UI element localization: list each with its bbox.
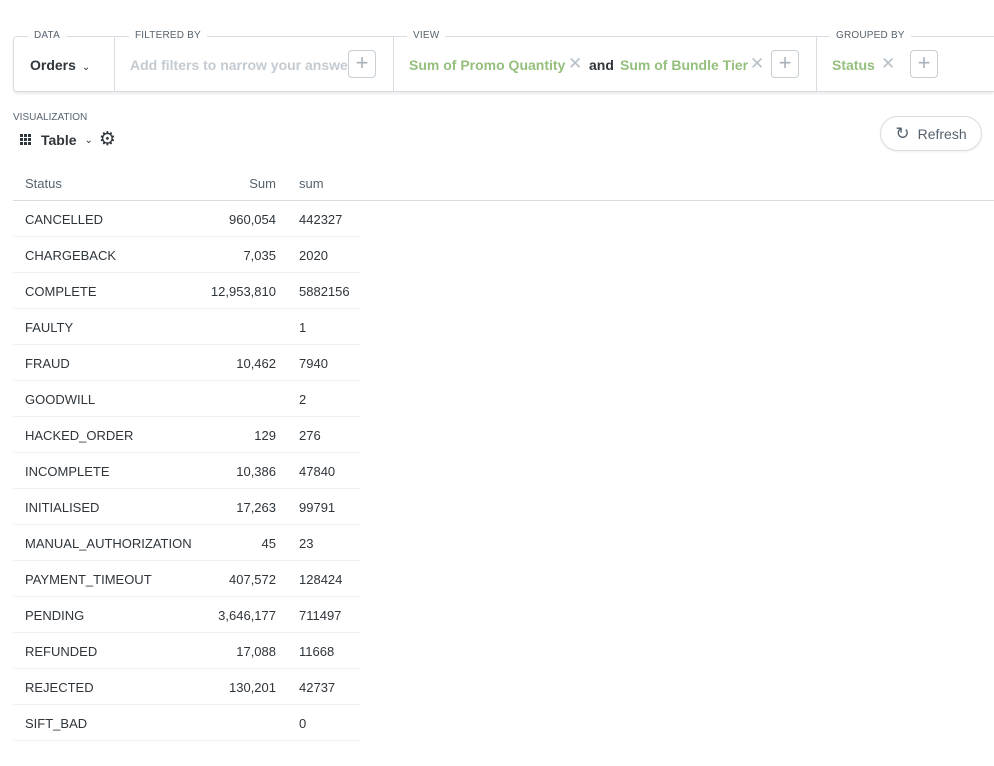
- cell-status: REFUNDED: [25, 644, 98, 659]
- cell-status: INITIALISED: [25, 500, 100, 515]
- table-row[interactable]: INCOMPLETE 10,386 47840: [13, 453, 360, 489]
- cell-status: CANCELLED: [25, 212, 104, 227]
- cell-sum-bundle: 47840: [299, 464, 336, 479]
- cell-sum-bundle: 128424: [299, 572, 343, 587]
- table-row[interactable]: CANCELLED 960,054 442327: [13, 201, 360, 237]
- add-filter-button[interactable]: +: [348, 50, 376, 78]
- table-row[interactable]: MANUAL_AUTHORIZATION 45 23: [13, 525, 360, 561]
- filter-section-label: FILTERED BY: [129, 30, 207, 42]
- refresh-label: Refresh: [917, 125, 967, 142]
- header-sum-bundle[interactable]: sum: [299, 176, 324, 191]
- filter-section: FILTERED BY Add filters to narrow your a…: [14, 30, 393, 91]
- table-row[interactable]: REFUNDED 17,088 11668: [13, 633, 360, 669]
- cell-sum-bundle: 711497: [299, 608, 342, 623]
- cell-sum-bundle: 442327: [299, 212, 343, 227]
- view-metric-bundle-tier[interactable]: Sum of Bundle Tier: [620, 57, 748, 73]
- plus-icon: +: [917, 50, 931, 75]
- cell-sum: 960,054: [229, 212, 276, 227]
- header-sum[interactable]: Sum: [249, 176, 276, 191]
- group-by-status[interactable]: Status: [832, 57, 875, 73]
- cell-status: PAYMENT_TIMEOUT: [25, 572, 152, 587]
- cell-sum-bundle: 2: [299, 392, 307, 407]
- plus-icon: +: [355, 50, 369, 75]
- cell-status: HACKED_ORDER: [25, 428, 134, 443]
- cell-sum-bundle: 7940: [299, 356, 328, 371]
- refresh-button[interactable]: ↻ Refresh: [880, 116, 982, 151]
- visualization-selector[interactable]: Table ⌄ ⚙: [20, 130, 116, 150]
- table-row[interactable]: REJECTED 130,201 42737: [13, 669, 360, 705]
- add-grouping-button[interactable]: +: [910, 50, 938, 78]
- cell-sum: 17,088: [236, 644, 276, 659]
- cell-sum: 130,201: [229, 680, 276, 695]
- cell-status: REJECTED: [25, 680, 94, 695]
- gear-icon[interactable]: ⚙: [99, 130, 116, 149]
- visualization-label: VISUALIZATION: [13, 112, 88, 123]
- plus-icon: +: [778, 50, 792, 75]
- cell-sum-bundle: 11668: [299, 644, 335, 659]
- query-builder: DATA Orders ⌄ FILTERED BY Add filters to …: [13, 30, 994, 92]
- table-row[interactable]: FAULTY 1: [13, 309, 360, 345]
- table-row[interactable]: GOODWILL 2: [13, 381, 360, 417]
- grid-icon: [20, 134, 32, 146]
- filter-placeholder[interactable]: Add filters to narrow your answer: [130, 57, 353, 73]
- cell-sum-bundle: 276: [299, 428, 321, 443]
- cell-sum-bundle: 1: [299, 320, 307, 335]
- cell-status: PENDING: [25, 608, 85, 623]
- chevron-down-icon: ⌄: [84, 134, 93, 146]
- cell-status: SIFT_BAD: [25, 716, 88, 731]
- view-conjunction: and: [589, 57, 614, 73]
- close-icon[interactable]: ✕: [881, 54, 895, 74]
- visualization-type: Table: [41, 132, 77, 148]
- group-section-label: GROUPED BY: [830, 30, 911, 42]
- cell-sum-bundle: 99791: [299, 500, 336, 515]
- group-section: GROUPED BY Status ✕ +: [816, 30, 994, 91]
- header-status[interactable]: Status: [25, 176, 62, 191]
- cell-sum-bundle: 42737: [299, 680, 336, 695]
- cell-status: FAULTY: [25, 320, 74, 335]
- cell-sum-bundle: 0: [299, 716, 307, 731]
- cell-status: GOODWILL: [25, 392, 96, 407]
- cell-sum: 3,646,177: [218, 608, 276, 623]
- table-row[interactable]: PAYMENT_TIMEOUT 407,572 128424: [13, 561, 360, 597]
- view-section-label: VIEW: [407, 30, 446, 42]
- refresh-icon: ↻: [895, 123, 910, 143]
- table-row[interactable]: COMPLETE 12,953,810 5882156: [13, 273, 360, 309]
- table-header: Status Sum sum: [13, 165, 994, 201]
- table-row[interactable]: SIFT_BAD 0: [13, 705, 360, 741]
- cell-sum: 129: [254, 428, 276, 443]
- cell-sum-bundle: 23: [299, 536, 314, 551]
- cell-sum: 12,953,810: [210, 284, 276, 299]
- cell-sum: 10,462: [236, 356, 276, 371]
- cell-sum-bundle: 5882156: [299, 284, 350, 299]
- table-row[interactable]: PENDING 3,646,177 711497: [13, 597, 360, 633]
- cell-sum: 45: [261, 536, 276, 551]
- cell-status: COMPLETE: [25, 284, 97, 299]
- table-row[interactable]: CHARGEBACK 7,035 2020: [13, 237, 360, 273]
- table-row[interactable]: HACKED_ORDER 129 276: [13, 417, 360, 453]
- table-row[interactable]: INITIALISED 17,263 99791: [13, 489, 360, 525]
- cell-sum: 17,263: [236, 500, 276, 515]
- cell-sum: 7,035: [243, 248, 276, 263]
- cell-sum-bundle: 2020: [299, 248, 328, 263]
- add-metric-button[interactable]: +: [771, 50, 799, 78]
- cell-status: MANUAL_AUTHORIZATION: [25, 536, 192, 551]
- close-icon[interactable]: ✕: [568, 54, 582, 74]
- cell-status: CHARGEBACK: [25, 248, 117, 263]
- view-section: VIEW Sum of Promo Quantity ✕ and Sum of …: [393, 30, 816, 91]
- cell-status: INCOMPLETE: [25, 464, 110, 479]
- cell-sum: 407,572: [229, 572, 276, 587]
- cell-sum: 10,386: [236, 464, 276, 479]
- table-row[interactable]: FRAUD 10,462 7940: [13, 345, 360, 381]
- view-metric-promo-quantity[interactable]: Sum of Promo Quantity: [409, 57, 565, 73]
- cell-status: FRAUD: [25, 356, 70, 371]
- close-icon[interactable]: ✕: [750, 54, 764, 74]
